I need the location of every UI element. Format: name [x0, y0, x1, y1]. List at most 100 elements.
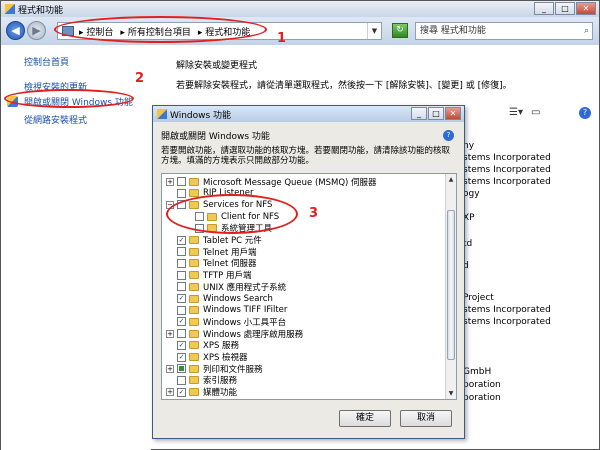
- annotation-ellipse-2: [4, 89, 134, 108]
- feature-checkbox[interactable]: [177, 375, 186, 385]
- scroll-up-icon[interactable]: ▲: [446, 174, 456, 185]
- feature-checkbox[interactable]: [177, 270, 186, 280]
- sidebar-item-home[interactable]: 控制台首頁: [24, 55, 69, 68]
- dialog-maximize-button[interactable]: □: [428, 107, 444, 120]
- annotation-number-3: 3: [309, 206, 319, 221]
- folder-icon: [189, 271, 199, 280]
- folder-icon: [189, 259, 199, 268]
- feature-row[interactable]: Telnet 伺服器: [166, 258, 257, 269]
- feature-checkbox[interactable]: [177, 305, 186, 315]
- folder-icon: [189, 247, 199, 256]
- dialog-minimize-button[interactable]: _: [411, 107, 427, 120]
- feature-row[interactable]: + Microsoft Message Queue (MSMQ) 伺服器: [166, 176, 377, 188]
- page-description: 若要解除安裝程式，請從清單選取程式，然後按一下 [解除安裝]、[變更] 或 [修…: [176, 81, 512, 91]
- ok-button[interactable]: 確定: [339, 410, 391, 427]
- folder-icon: [189, 306, 199, 315]
- feature-checkbox[interactable]: [177, 329, 186, 339]
- minimize-button[interactable]: _: [534, 2, 554, 15]
- list-item: stems Incorporated: [463, 317, 551, 327]
- folder-icon: [189, 177, 199, 186]
- feature-row[interactable]: ✓ XPS 服務: [166, 340, 239, 351]
- forward-button[interactable]: ▶: [27, 21, 46, 40]
- dialog-title-bar[interactable]: Windows 功能 _ □ ✕: [153, 106, 464, 122]
- search-icon[interactable]: ⌕: [584, 23, 589, 39]
- dialog-close-button[interactable]: ✕: [445, 107, 461, 120]
- feature-label: Tablet PC 元件: [203, 236, 262, 246]
- scroll-down-icon[interactable]: ▼: [446, 388, 456, 399]
- folder-icon: [189, 282, 199, 291]
- feature-checkbox[interactable]: ✓: [177, 387, 186, 397]
- dialog-description: 若要開啟功能，請選取功能的核取方塊。若要關閉功能，請清除該功能的核取方塊。填滿的…: [161, 146, 451, 166]
- feature-label: Windows 小工具平台: [203, 317, 287, 328]
- window-icon: [5, 4, 15, 14]
- window-title-bar[interactable]: 程式和功能 _ □ ✕: [1, 1, 599, 17]
- list-item: ogy: [463, 189, 480, 199]
- expand-icon[interactable]: +: [166, 177, 174, 186]
- list-item: Project: [463, 293, 494, 303]
- folder-icon: [189, 294, 199, 303]
- feature-label: XPS 檢視器: [203, 353, 248, 363]
- windows-features-dialog: Windows 功能 _ □ ✕ 開啟或關閉 Windows 功能 ? 若要開啟…: [152, 105, 465, 439]
- close-button[interactable]: ✕: [576, 2, 596, 15]
- feature-row[interactable]: + ✓ 媒體功能: [166, 387, 237, 398]
- folder-icon: [189, 353, 199, 361]
- list-item: poration: [463, 380, 501, 390]
- feature-checkbox[interactable]: [177, 177, 186, 186]
- folder-icon: [189, 388, 199, 397]
- search-placeholder: 搜尋 程式和功能: [420, 26, 486, 36]
- help-icon[interactable]: ?: [579, 107, 591, 119]
- sidebar-item-install-from-network[interactable]: 從網路安裝程式: [24, 113, 87, 126]
- feature-row[interactable]: ✓ Windows Search: [166, 293, 273, 304]
- folder-icon: [189, 317, 199, 326]
- dialog-help-icon[interactable]: ?: [443, 130, 454, 141]
- feature-label: 媒體功能: [203, 388, 238, 399]
- feature-checkbox[interactable]: ✓: [177, 317, 186, 327]
- scroll-thumb[interactable]: [447, 210, 455, 360]
- feature-row[interactable]: TFTP 用戶端: [166, 270, 251, 281]
- feature-checkbox[interactable]: ✓: [177, 352, 186, 362]
- feature-checkbox[interactable]: ✓: [177, 294, 186, 303]
- feature-row[interactable]: Telnet 用戶端: [166, 246, 257, 258]
- list-item: stems Incorporated: [463, 177, 551, 187]
- feature-checkbox[interactable]: [177, 258, 186, 268]
- cancel-button[interactable]: 取消: [400, 410, 452, 427]
- view-toolbar: ☰▾ ▭: [509, 107, 540, 118]
- refresh-icon[interactable]: ↻: [392, 23, 408, 38]
- feature-row[interactable]: ✓ XPS 檢視器: [166, 352, 248, 363]
- feature-checkbox[interactable]: [177, 247, 186, 257]
- feature-checkbox[interactable]: ✓: [177, 235, 186, 245]
- feature-checkbox[interactable]: [177, 364, 186, 374]
- feature-checkbox[interactable]: [177, 282, 186, 292]
- feature-row[interactable]: + 列印和文件服務: [166, 363, 263, 375]
- folder-icon: [189, 236, 199, 244]
- back-button[interactable]: ◀: [6, 21, 25, 40]
- preview-pane-icon[interactable]: ▭: [531, 107, 540, 118]
- feature-row[interactable]: +✓遊戲: [166, 398, 220, 400]
- feature-label: TFTP 用戶端: [203, 271, 252, 282]
- expand-icon[interactable]: +: [166, 329, 174, 338]
- feature-row[interactable]: ✓ Windows 小工具平台: [166, 316, 287, 328]
- feature-label: Windows Search: [203, 293, 273, 304]
- expand-icon[interactable]: +: [166, 364, 174, 373]
- feature-row[interactable]: + Windows 處理序啟用服務: [166, 328, 303, 340]
- search-input[interactable]: 搜尋 程式和功能 ⌕: [415, 22, 593, 40]
- feature-checkbox[interactable]: ✓: [177, 340, 186, 350]
- feature-row[interactable]: ✓ Tablet PC 元件: [166, 235, 262, 246]
- expand-icon[interactable]: +: [166, 388, 174, 397]
- list-item: poration: [463, 393, 501, 403]
- annotation-number-2: 2: [135, 71, 145, 86]
- feature-row[interactable]: 索引服務: [166, 375, 237, 386]
- list-item: GmbH: [463, 367, 492, 377]
- features-scrollbar[interactable]: ▲ ▼: [445, 174, 456, 399]
- maximize-button[interactable]: □: [555, 2, 575, 15]
- feature-row[interactable]: UNIX 應用程式子系統: [166, 281, 286, 293]
- feature-checkbox[interactable]: ✓: [177, 399, 186, 400]
- window-title: 程式和功能: [18, 5, 64, 16]
- view-options-icon[interactable]: ☰▾: [509, 107, 523, 118]
- annotation-number-1: 1: [277, 31, 287, 46]
- dialog-heading: 開啟或關閉 Windows 功能: [161, 132, 270, 142]
- address-dropdown-icon[interactable]: ▼: [367, 23, 381, 39]
- feature-label: 列印和文件服務: [203, 364, 263, 375]
- feature-row[interactable]: Windows TIFF IFilter: [166, 305, 287, 316]
- feature-checkbox[interactable]: [177, 188, 186, 198]
